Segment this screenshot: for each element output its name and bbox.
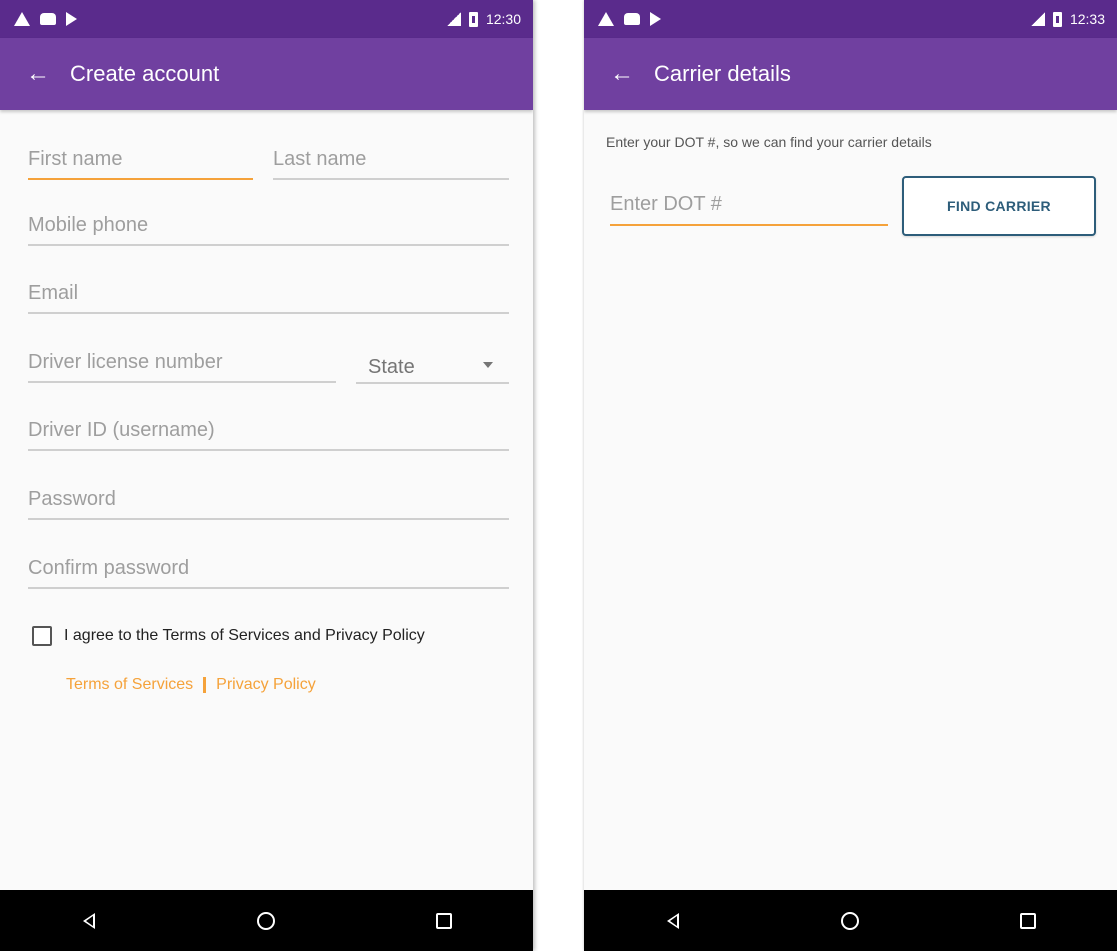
carrier-details-screen: 12:33 ← Carrier details Enter your DOT #… — [584, 0, 1117, 951]
system-icons: 12:30 — [446, 9, 521, 29]
last-name-input[interactable] — [273, 140, 509, 178]
navigation-bar — [584, 890, 1117, 951]
confirm-password-input[interactable] — [28, 549, 509, 587]
driver-license-input[interactable] — [28, 343, 336, 381]
password-field[interactable] — [28, 480, 509, 520]
recents-square-icon — [436, 912, 453, 929]
warning-icon — [14, 12, 30, 26]
agree-row: I agree to the Terms of Services and Pri… — [32, 626, 425, 646]
first-name-input[interactable] — [28, 140, 253, 178]
battery-icon — [1052, 11, 1062, 27]
dot-number-input[interactable] — [610, 184, 888, 224]
mobile-phone-input[interactable] — [28, 206, 509, 244]
password-input[interactable] — [28, 480, 509, 518]
status-bar: 12:33 — [584, 0, 1117, 38]
battery-icon — [468, 11, 478, 27]
page-title: Carrier details — [654, 61, 791, 86]
create-account-screen: 12:30 ← Create account State I agree to … — [0, 0, 533, 951]
home-circle-icon — [257, 911, 276, 930]
dropdown-arrow-icon — [483, 362, 493, 368]
state-select[interactable]: State — [356, 344, 509, 384]
app-bar: ← Create account — [0, 38, 533, 110]
email-input[interactable] — [28, 274, 509, 312]
driver-id-input[interactable] — [28, 411, 509, 449]
notification-icons — [14, 9, 77, 29]
nav-back-button[interactable] — [69, 901, 109, 941]
nav-recents-button[interactable] — [1008, 901, 1048, 941]
last-name-field[interactable] — [273, 140, 509, 180]
policy-links: Terms of Services Privacy Policy — [66, 676, 316, 694]
link-divider — [203, 677, 207, 693]
car-icon — [624, 13, 640, 25]
first-name-field[interactable] — [28, 140, 253, 180]
nav-back-button[interactable] — [653, 901, 693, 941]
confirm-password-field[interactable] — [28, 549, 509, 589]
find-carrier-button[interactable]: FIND CARRIER — [902, 176, 1096, 236]
privacy-link[interactable]: Privacy Policy — [216, 676, 316, 694]
system-icons: 12:33 — [1030, 9, 1105, 29]
terms-link[interactable]: Terms of Services — [66, 676, 193, 694]
play-store-icon — [650, 12, 661, 26]
app-bar: ← Carrier details — [584, 38, 1117, 110]
agree-checkbox[interactable] — [32, 626, 52, 646]
status-bar: 12:30 — [0, 0, 533, 38]
driver-id-field[interactable] — [28, 411, 509, 451]
dot-hint-text: Enter your DOT #, so we can find your ca… — [606, 134, 932, 150]
state-select-value: State — [368, 356, 415, 378]
agree-label: I agree to the Terms of Services and Pri… — [64, 627, 425, 644]
back-arrow-icon[interactable]: ← — [584, 38, 640, 110]
car-icon — [40, 13, 56, 25]
recents-square-icon — [1020, 912, 1037, 929]
warning-icon — [598, 12, 614, 26]
mobile-phone-field[interactable] — [28, 206, 509, 246]
back-triangle-icon — [82, 912, 95, 929]
back-arrow-icon[interactable]: ← — [0, 38, 56, 110]
clock: 12:30 — [485, 11, 521, 27]
home-circle-icon — [841, 911, 860, 930]
nav-home-button[interactable] — [830, 901, 870, 941]
back-triangle-icon — [666, 912, 679, 929]
clock: 12:33 — [1069, 11, 1105, 27]
signal-icon — [446, 12, 461, 26]
page-title: Create account — [70, 61, 220, 86]
play-store-icon — [66, 12, 77, 26]
notification-icons — [598, 9, 661, 29]
signal-icon — [1030, 12, 1045, 26]
nav-recents-button[interactable] — [424, 901, 464, 941]
driver-license-field[interactable] — [28, 343, 336, 383]
navigation-bar — [0, 890, 533, 951]
email-field[interactable] — [28, 274, 509, 314]
dot-number-field[interactable] — [610, 184, 888, 226]
nav-home-button[interactable] — [246, 901, 286, 941]
